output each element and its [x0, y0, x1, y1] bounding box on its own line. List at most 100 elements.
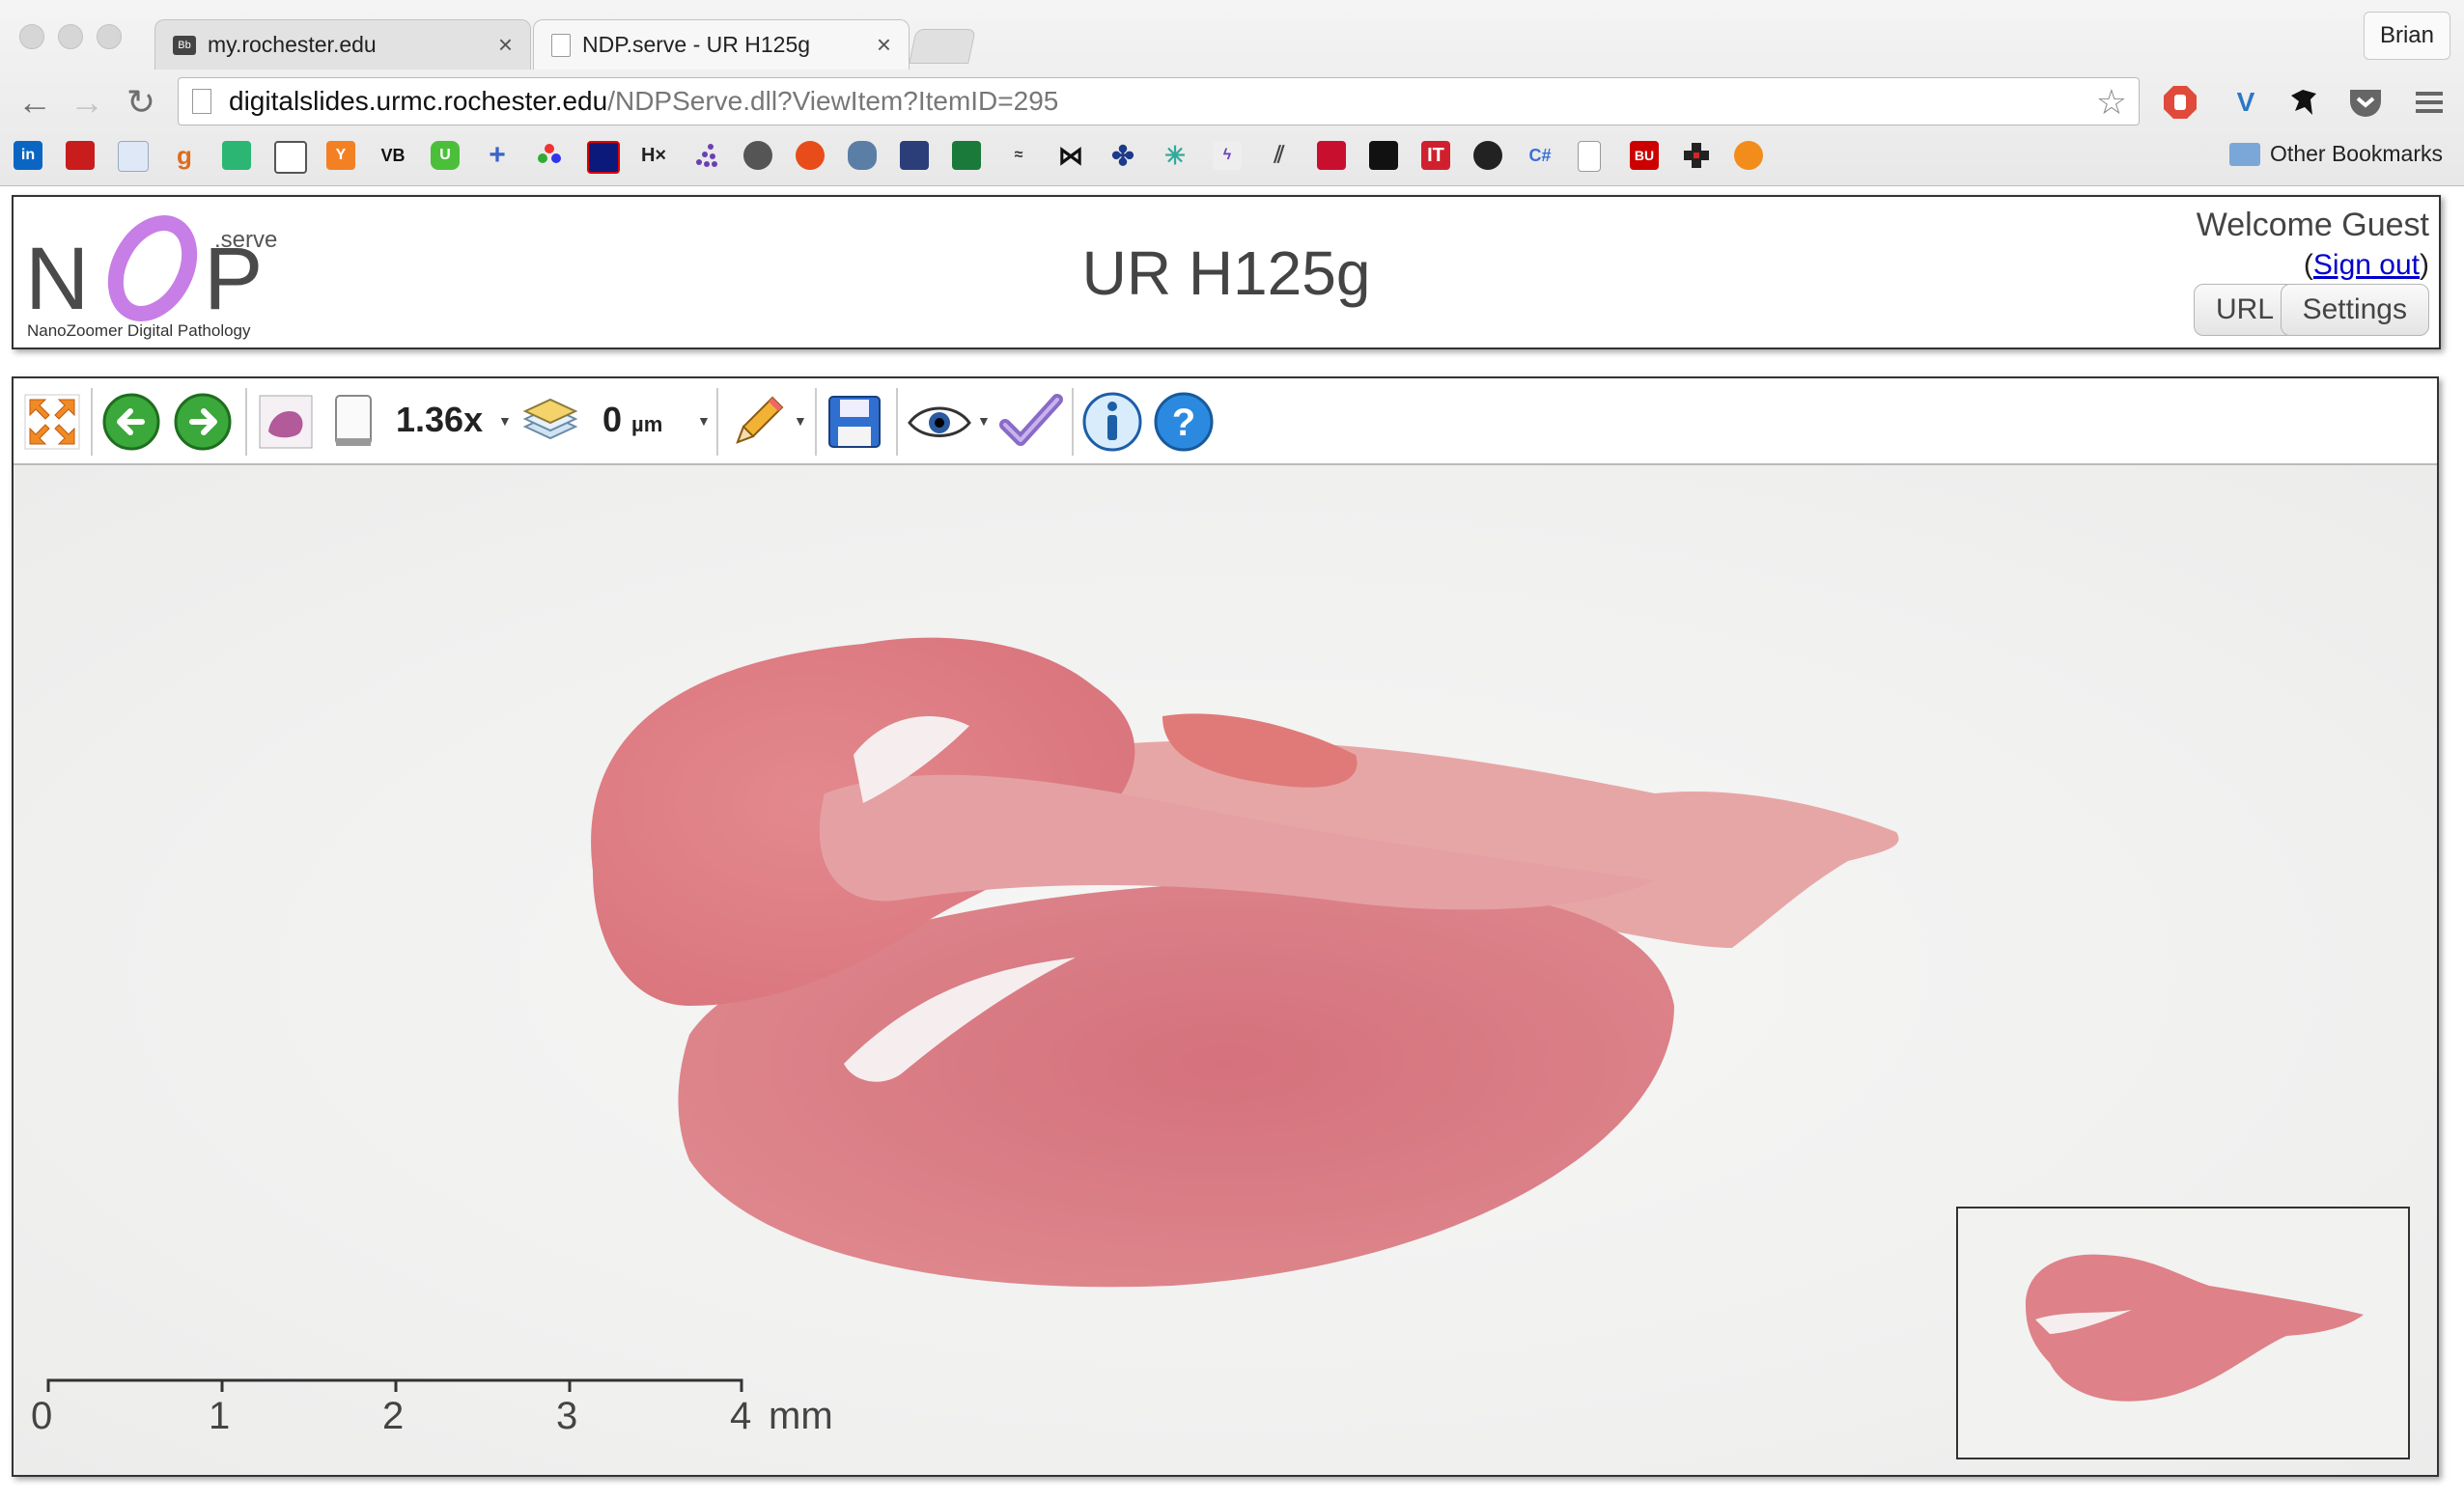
info-icon[interactable] [1079, 391, 1145, 453]
bird-icon[interactable] [2284, 83, 2323, 122]
toolbar-separator [896, 388, 898, 456]
signout-group: (Sign out) [2304, 249, 2429, 282]
bookmark-icon[interactable] [1473, 141, 1502, 170]
toolbar-separator [716, 388, 718, 456]
toolbar-separator [91, 388, 93, 456]
close-window-button[interactable] [19, 24, 44, 49]
bookmark-icon[interactable]: IT [1421, 141, 1450, 170]
focus-dropdown-icon[interactable]: ▼ [697, 413, 711, 429]
address-bar[interactable]: digitalslides.urmc.rochester.edu /NDPSer… [178, 77, 2140, 125]
bookmark-icon[interactable]: ≈ [1004, 141, 1033, 170]
url-host: digitalslides.urmc.rochester.edu [229, 86, 608, 116]
forward-icon[interactable]: → [66, 81, 108, 124]
bookmark-icon[interactable]: + [483, 139, 512, 171]
scale-unit-label: mm [769, 1395, 833, 1437]
forward-arrow-icon[interactable] [170, 391, 236, 453]
bookmark-icon[interactable] [274, 141, 307, 174]
annotation-dropdown-icon[interactable]: ▼ [794, 413, 807, 429]
svg-text:NanoZoomer Digital Pathology: NanoZoomer Digital Pathology [27, 321, 251, 340]
bookmark-icon[interactable] [1578, 141, 1601, 172]
tab-my-rochester[interactable]: Bb my.rochester.edu × [154, 19, 531, 69]
view-eye-icon[interactable] [904, 391, 975, 453]
close-tab-icon[interactable]: × [877, 30, 891, 60]
bookmark-icon[interactable] [900, 141, 929, 170]
magnification-dropdown-icon[interactable]: ▼ [498, 413, 512, 429]
maximize-window-button[interactable] [97, 24, 122, 49]
bookmark-icon[interactable] [222, 141, 251, 170]
layers-icon[interactable] [518, 391, 581, 453]
bookmark-icon[interactable]: ⋈ [1056, 141, 1085, 170]
bookmark-icon[interactable]: VB [378, 141, 407, 170]
view-dropdown-icon[interactable]: ▼ [977, 413, 991, 429]
scale-tick-label: 4 [730, 1395, 751, 1437]
back-arrow-icon[interactable] [98, 391, 164, 453]
bookmark-icon[interactable] [66, 141, 95, 170]
slide-title: UR H125g [1081, 238, 1371, 308]
viewer-toolbar: 1.36x ▼ 0 µm ▼ ▼ ▼ ? [14, 378, 2437, 465]
bookmark-icon[interactable]: BU [1630, 141, 1659, 170]
bookmark-icon[interactable] [848, 141, 877, 170]
page-favicon-icon [551, 33, 571, 57]
help-icon[interactable]: ? [1151, 391, 1217, 453]
browser-chrome: Bb my.rochester.edu × NDP.serve - UR H12… [0, 0, 2464, 186]
minimize-window-button[interactable] [58, 24, 83, 49]
bookmark-icon[interactable] [587, 141, 620, 174]
tab-ndp-serve[interactable]: NDP.serve - UR H125g × [533, 19, 910, 69]
menu-icon[interactable] [2410, 83, 2449, 122]
back-icon[interactable]: ← [14, 81, 56, 124]
save-icon[interactable] [823, 391, 886, 453]
checkmark-icon[interactable] [996, 391, 1066, 453]
svg-text:?: ? [1172, 402, 1195, 444]
scale-bar: 0 1 2 3 4 mm [31, 1378, 833, 1437]
scale-tick-label: 1 [209, 1395, 230, 1437]
paren-close: ) [2420, 249, 2429, 281]
bookmark-icon[interactable] [1682, 141, 1711, 170]
bookmark-icon[interactable] [743, 141, 772, 170]
scale-tick-label: 3 [556, 1395, 577, 1437]
bookmark-icon[interactable] [1317, 141, 1346, 170]
bookmark-icon[interactable]: U [431, 141, 460, 170]
profile-button[interactable]: Brian [2363, 12, 2450, 60]
bookmark-icon[interactable] [796, 141, 825, 170]
minimap-thumbnail-image [2026, 1254, 2364, 1402]
ndp-header: N P .serve NanoZoomer Digital Pathology … [12, 195, 2441, 349]
other-bookmarks[interactable]: Other Bookmarks [2229, 141, 2443, 167]
overview-minimap[interactable] [1956, 1207, 2410, 1459]
bookmark-linkedin-icon[interactable]: in [14, 141, 42, 170]
bookmark-icon[interactable] [118, 141, 149, 172]
bookmark-icon[interactable] [1369, 141, 1398, 170]
pocket-icon[interactable] [2346, 83, 2385, 122]
vimeo-icon[interactable]: V [2226, 83, 2265, 122]
bookmark-star-icon[interactable]: ☆ [2096, 82, 2127, 123]
page-icon [192, 89, 211, 114]
new-tab-button[interactable] [909, 29, 976, 64]
toolbar-separator [245, 388, 247, 456]
focus-value[interactable]: 0 µm [602, 400, 662, 440]
scale-tick-label: 0 [31, 1395, 52, 1437]
toolbar-separator [1072, 388, 1074, 456]
scale-tick-label: 2 [382, 1395, 404, 1437]
bookmark-icon[interactable]: g [170, 141, 199, 170]
reload-icon[interactable]: ↻ [120, 81, 162, 124]
bookmark-icon[interactable]: ✤ [1108, 141, 1137, 171]
bookmark-icon[interactable] [691, 141, 720, 170]
bookmark-icon[interactable]: ϟ [1213, 141, 1242, 170]
settings-button[interactable]: Settings [2280, 284, 2429, 336]
bookmark-icon[interactable]: ✳ [1161, 141, 1190, 170]
bookmark-icon[interactable]: C# [1526, 141, 1554, 170]
bookmark-icon[interactable] [535, 141, 564, 170]
welcome-text: Welcome Guest [2196, 207, 2429, 243]
magnification-value[interactable]: 1.36x [396, 400, 483, 440]
bookmark-icon[interactable] [1734, 141, 1763, 170]
close-tab-icon[interactable]: × [498, 30, 513, 60]
fit-to-screen-icon[interactable] [21, 391, 83, 453]
bookmark-icon[interactable] [952, 141, 981, 170]
annotation-pencil-icon[interactable] [724, 391, 792, 453]
bookmark-icon[interactable]: ⫽ [1265, 141, 1294, 170]
sign-out-link[interactable]: Sign out [2313, 249, 2420, 281]
slide-thumbnail-icon[interactable] [255, 391, 317, 453]
adblock-icon[interactable] [2161, 83, 2199, 122]
bookmark-icon[interactable]: H× [639, 141, 668, 170]
bookmark-hackernews-icon[interactable]: Y [326, 141, 355, 170]
slide-label-icon[interactable] [324, 391, 382, 453]
